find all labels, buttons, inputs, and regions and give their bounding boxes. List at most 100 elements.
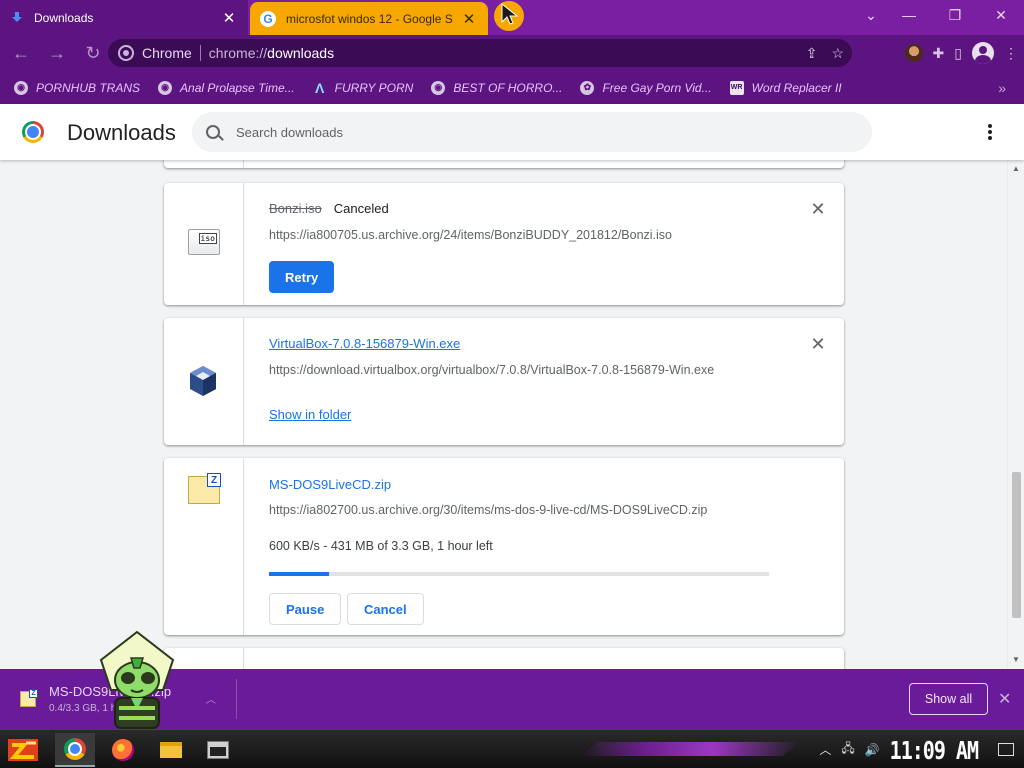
globe-icon: ◉ [158,80,173,95]
show-in-folder-link[interactable]: Show in folder [269,407,351,422]
ribbon-icon: ✿ [580,80,595,95]
download-filename[interactable]: MS-DOS9LiveCD.zip [269,477,391,492]
tab-search-icon[interactable]: ⌄ [856,0,886,30]
tab-close-icon[interactable]: ✕ [220,9,238,27]
download-filename-row: Bonzi.iso Canceled [269,201,389,216]
a-logo-icon: Λ [314,79,325,96]
minimize-button[interactable]: — [886,0,932,30]
network-icon[interactable]: 🖧 [841,739,854,760]
folder-icon [160,742,182,758]
chevron-up-icon[interactable]: ︿ [206,691,216,706]
downloads-list: iso Bonzi.iso Canceled https://ia800705.u… [0,160,1024,669]
scroll-up-icon[interactable]: ▲ [1008,162,1024,176]
wr-icon: WR [729,80,744,95]
icon-column [164,318,244,445]
scroll-thumb[interactable] [1012,472,1021,618]
taskbar-terminal[interactable] [198,733,238,767]
url-scheme: chrome:// [208,45,268,61]
bookmark-item[interactable]: Λ FURRY PORN [313,79,414,96]
globe-icon: ◉ [431,80,446,95]
chrome-icon [64,738,86,760]
tab-google-search[interactable]: G microsfot windos 12 - Google S ✕ [250,2,488,35]
taskbar-firefox[interactable] [103,733,143,767]
toolbar-right: ✚ ▯ ⋮ [904,38,1018,68]
icon-column [164,160,244,168]
start-button[interactable] [6,735,40,765]
omnibox-actions: ⇪ ☆ [806,39,844,67]
bookmark-label: Anal Prolapse Time... [180,80,295,95]
windows-taskbar: ︿ 🖧 🔊 11:09 AM [0,729,1024,768]
download-filename-link[interactable]: VirtualBox-7.0.8-156879-Win.exe [269,336,460,351]
show-all-button[interactable]: Show all [909,683,988,715]
restore-button[interactable]: ❐ [932,0,978,30]
download-progress-fill [269,572,329,576]
tab-close-icon[interactable]: ✕ [460,10,478,28]
download-filename: Bonzi.iso [269,201,322,216]
cancel-button[interactable]: Cancel [347,593,424,625]
globe-icon: ◉ [14,80,28,95]
arrow-right-icon: → [48,42,66,63]
bookmark-item[interactable]: ◉ PORNHUB TRANS [14,80,141,95]
downloads-header: Downloads [0,104,1024,160]
chrome-icon [118,45,134,61]
more-actions-icon[interactable] [984,122,996,142]
site-info-chip[interactable]: Chrome [108,45,192,61]
bookmarks-bar: ◉ PORNHUB TRANS ◉ Anal Prolapse Time... … [0,71,1024,104]
bookmark-label: PORNHUB TRANS [36,80,141,95]
zip-file-icon: Z [20,689,38,707]
pause-button[interactable]: Pause [269,593,342,625]
extension-avatar-icon[interactable] [904,44,923,62]
page-scrollbar[interactable]: ▲ ▼ [1007,160,1024,669]
clock[interactable]: 11:09 AM [890,735,979,765]
bookmark-label: Free Gay Porn Vid... [602,80,712,95]
profile-icon[interactable] [972,42,994,64]
page-title: Downloads [67,120,176,145]
chevron-up-icon[interactable]: ︿ [819,741,831,758]
tab-title: microsfot windos 12 - Google S [286,11,453,26]
taskbar-chrome[interactable] [55,733,95,767]
divider [199,45,201,61]
address-bar[interactable]: Chrome chrome://downloads ⇪ ☆ [108,39,852,67]
bookmark-item[interactable]: WR Word Replacer II [729,80,842,95]
bookmark-item[interactable]: ◉ Anal Prolapse Time... [158,80,295,95]
cursor-icon [501,3,519,25]
terminal-icon [207,741,229,759]
forward-button[interactable]: → [42,38,72,68]
chrome-logo-icon [22,121,44,143]
download-url: https://download.virtualbox.org/virtualb… [269,363,715,377]
taskbar-file-explorer[interactable] [151,733,191,767]
search-input[interactable] [236,124,796,140]
download-progress-text: 600 KB/s - 431 MB of 3.3 GB, 1 hour left [269,539,493,553]
browser-toolbar: ← → ↻ Chrome chrome://downloads ⇪ ☆ ✚ ▯ … [0,35,1024,71]
bookmark-label: BEST OF HORRO... [453,80,563,95]
bookmark-label: FURRY PORN [334,80,414,95]
reload-icon: ↻ [85,42,101,63]
download-url: https://ia800705.us.archive.org/24/items… [269,228,673,242]
bookmark-item[interactable]: ◉ BEST OF HORRO... [431,80,563,95]
icon-column: iso [164,183,244,305]
reload-button[interactable]: ↻ [78,38,108,68]
remove-download-icon[interactable]: ✕ [810,200,826,218]
new-tab-button[interactable] [494,1,524,31]
bookmarks-overflow-icon[interactable]: » [998,80,1006,96]
scroll-down-icon[interactable]: ▼ [1008,653,1024,667]
close-window-button[interactable]: ✕ [978,0,1024,30]
search-icon [206,125,220,139]
bookmark-item[interactable]: ✿ Free Gay Porn Vid... [580,80,712,95]
remove-download-icon[interactable]: ✕ [810,335,826,353]
share-icon[interactable]: ⇪ [806,45,818,62]
close-shelf-icon[interactable]: ✕ [998,689,1011,709]
back-button[interactable]: ← [6,38,36,68]
menu-kebab-icon[interactable]: ⋮ [1004,45,1018,62]
volume-icon[interactable]: 🔊 [865,743,880,757]
divider [236,679,237,719]
side-panel-icon[interactable]: ▯ [954,45,962,62]
retry-button[interactable]: Retry [269,261,335,293]
star-icon[interactable]: ☆ [831,45,844,62]
puzzle-icon[interactable]: ✚ [933,45,945,62]
tab-downloads[interactable]: Downloads ✕ [0,0,248,35]
search-box[interactable] [192,112,872,152]
taskbar-decoration [580,742,800,756]
download-progress-bar [269,572,769,576]
notification-icon[interactable] [998,743,1014,756]
